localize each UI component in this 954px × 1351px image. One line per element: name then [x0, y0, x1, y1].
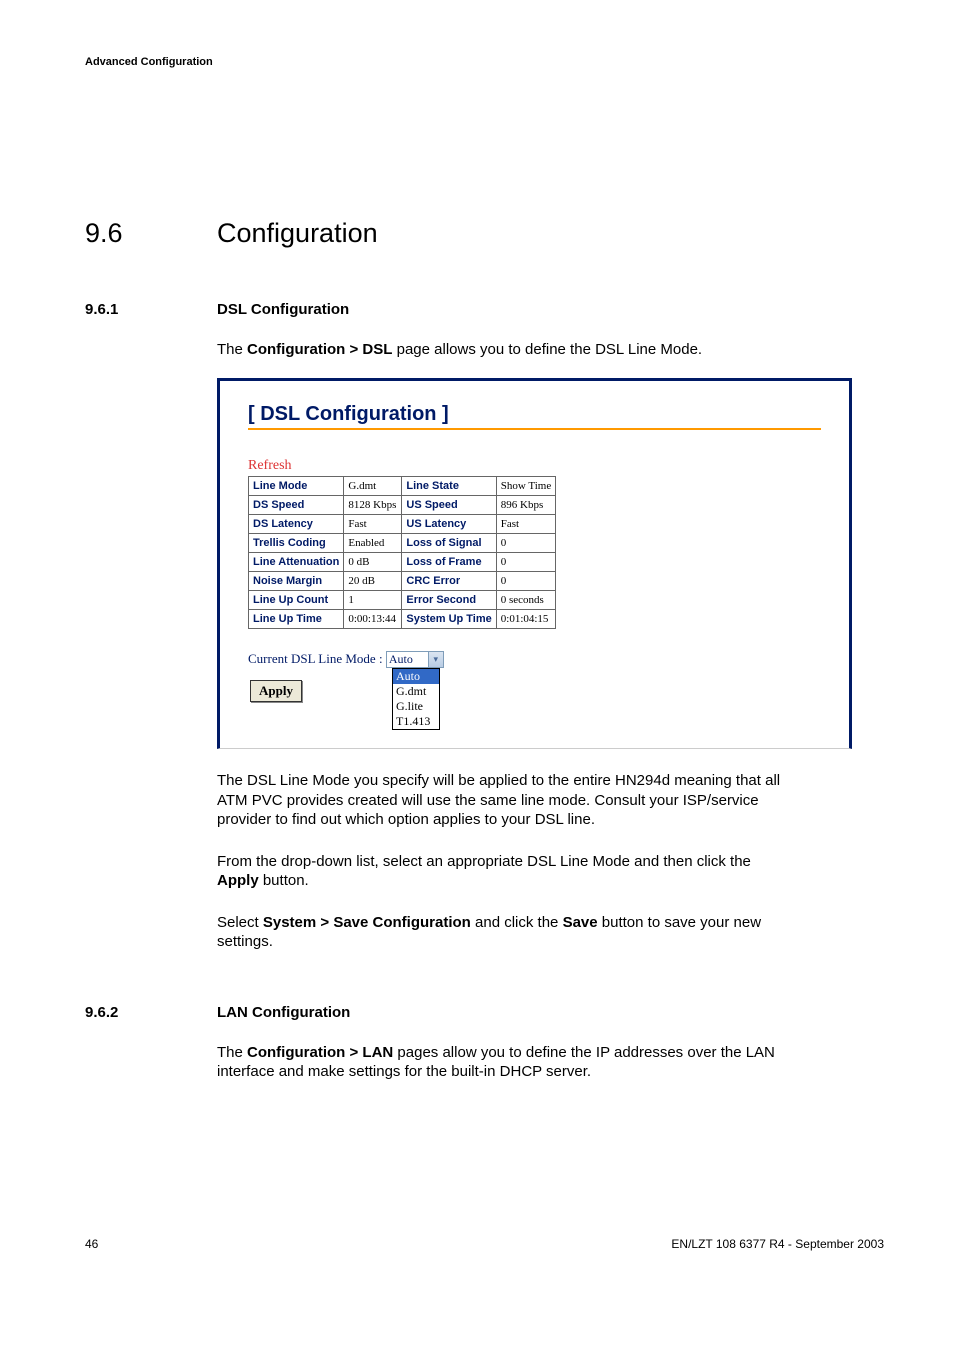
table-value-cell: Fast: [344, 514, 402, 533]
body-paragraph: From the drop-down list, select an appro…: [217, 852, 787, 891]
table-header-cell: US Speed: [402, 495, 496, 514]
table-header-cell: US Latency: [402, 514, 496, 533]
table-value-cell: 0: [496, 552, 555, 571]
table-header-cell: DS Speed: [249, 495, 344, 514]
body-paragraph: The DSL Line Mode you specify will be ap…: [217, 771, 787, 830]
table-header-cell: CRC Error: [402, 571, 496, 590]
table-value-cell: 896 Kbps: [496, 495, 555, 514]
table-value-cell: 0:01:04:15: [496, 609, 555, 628]
doc-id: EN/LZT 108 6377 R4 - September 2003: [671, 1237, 884, 1251]
refresh-link[interactable]: Refresh: [248, 458, 292, 474]
dsl-status-table: Line ModeG.dmtLine StateShow TimeDS Spee…: [248, 476, 556, 629]
table-row: DS LatencyFastUS LatencyFast: [249, 514, 556, 533]
dropdown-option[interactable]: G.lite: [393, 699, 439, 714]
table-header-cell: System Up Time: [402, 609, 496, 628]
chevron-down-icon[interactable]: ▾: [428, 652, 443, 667]
intro-paragraph: The Configuration > LAN pages allow you …: [217, 1043, 787, 1082]
section-title: Configuration: [217, 218, 378, 249]
table-header-cell: Line State: [402, 476, 496, 495]
line-mode-dropdown[interactable]: AutoG.dmtG.liteT1.413: [392, 668, 440, 730]
table-header-cell: DS Latency: [249, 514, 344, 533]
table-row: Noise Margin20 dBCRC Error0: [249, 571, 556, 590]
table-row: Line Up Time0:00:13:44System Up Time0:01…: [249, 609, 556, 628]
table-value-cell: 0 dB: [344, 552, 402, 571]
panel-divider: [248, 428, 821, 430]
table-header-cell: Line Attenuation: [249, 552, 344, 571]
table-value-cell: 0: [496, 533, 555, 552]
table-value-cell: Show Time: [496, 476, 555, 495]
table-row: DS Speed8128 KbpsUS Speed896 Kbps: [249, 495, 556, 514]
screenshot-dsl-config: [ DSL Configuration ] Refresh Line ModeG…: [217, 378, 852, 750]
table-row: Line Attenuation0 dBLoss of Frame0: [249, 552, 556, 571]
table-header-cell: Noise Margin: [249, 571, 344, 590]
page-number: 46: [85, 1237, 98, 1251]
line-mode-select[interactable]: Auto ▾: [386, 651, 444, 668]
dropdown-option[interactable]: T1.413: [393, 714, 439, 729]
table-value-cell: 0:00:13:44: [344, 609, 402, 628]
intro-paragraph: The Configuration > DSL page allows you …: [217, 340, 787, 360]
dropdown-option[interactable]: G.dmt: [393, 684, 439, 699]
subsection-number: 9.6.1: [85, 301, 217, 318]
table-value-cell: 20 dB: [344, 571, 402, 590]
line-mode-row: Current DSL Line Mode : Auto ▾: [248, 651, 821, 669]
table-value-cell: Enabled: [344, 533, 402, 552]
table-header-cell: Loss of Signal: [402, 533, 496, 552]
table-value-cell: 0 seconds: [496, 590, 555, 609]
table-value-cell: 1: [344, 590, 402, 609]
table-value-cell: G.dmt: [344, 476, 402, 495]
table-header-cell: Trellis Coding: [249, 533, 344, 552]
table-row: Trellis CodingEnabledLoss of Signal0: [249, 533, 556, 552]
subsection-title: LAN Configuration: [217, 1004, 350, 1021]
table-row: Line ModeG.dmtLine StateShow Time: [249, 476, 556, 495]
table-header-cell: Error Second: [402, 590, 496, 609]
table-value-cell: 0: [496, 571, 555, 590]
panel-title: [ DSL Configuration ]: [248, 403, 821, 426]
line-mode-selected: Auto: [389, 652, 413, 666]
line-mode-label: Current DSL Line Mode :: [248, 651, 383, 666]
table-value-cell: Fast: [496, 514, 555, 533]
apply-button[interactable]: Apply: [250, 680, 302, 702]
running-header: Advanced Configuration: [85, 56, 884, 68]
body-paragraph: Select System > Save Configuration and c…: [217, 913, 787, 952]
table-row: Line Up Count1Error Second0 seconds: [249, 590, 556, 609]
subsection-number: 9.6.2: [85, 1004, 217, 1021]
section-number: 9.6: [85, 218, 217, 249]
table-value-cell: 8128 Kbps: [344, 495, 402, 514]
table-header-cell: Line Mode: [249, 476, 344, 495]
table-header-cell: Line Up Time: [249, 609, 344, 628]
dropdown-option[interactable]: Auto: [393, 669, 439, 684]
table-header-cell: Line Up Count: [249, 590, 344, 609]
table-header-cell: Loss of Frame: [402, 552, 496, 571]
subsection-title: DSL Configuration: [217, 301, 349, 318]
